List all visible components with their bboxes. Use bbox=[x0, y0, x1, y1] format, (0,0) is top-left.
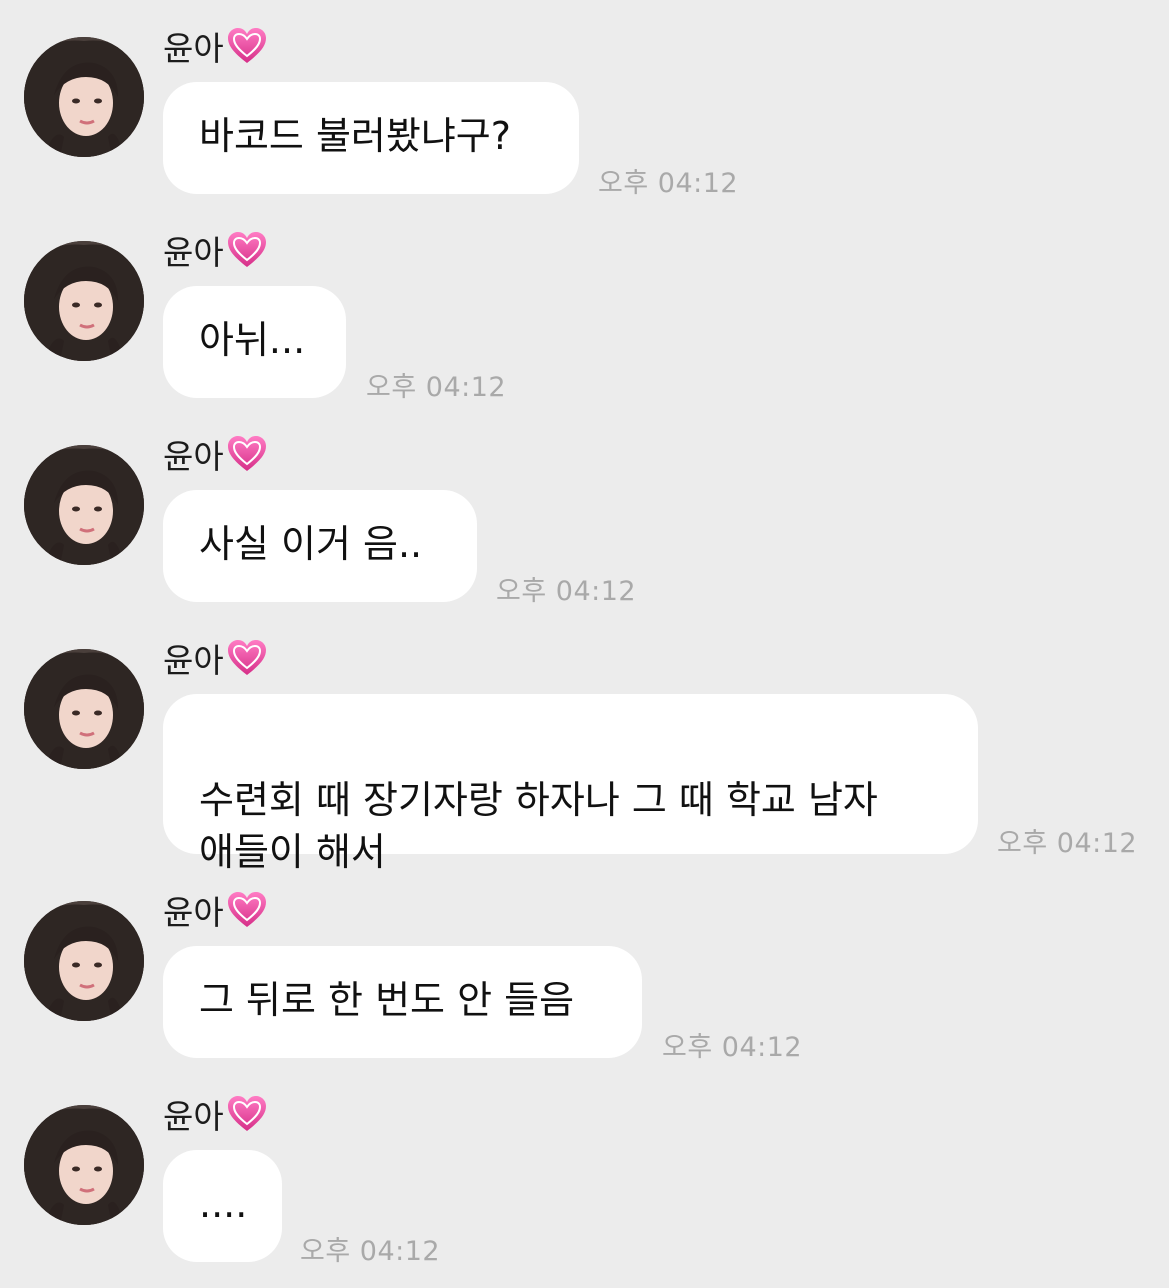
pink-heart-icon bbox=[226, 230, 268, 270]
message-bubble[interactable]: 수련회 때 장기자랑 하자나 그 때 학교 남자 애들이 해서 bbox=[163, 694, 978, 874]
sender-name: 윤아 bbox=[163, 228, 268, 272]
pink-heart-icon bbox=[226, 890, 268, 930]
chat-thread[interactable]: 윤아 바코드 불러봤냐구? 오후 04:12 윤아 아뉘... 오후 04:12… bbox=[0, 0, 1169, 1288]
avatar[interactable] bbox=[24, 445, 144, 565]
message-timestamp: 오후 04:12 bbox=[598, 168, 739, 199]
message-timestamp: 오후 04:12 bbox=[366, 372, 507, 403]
sender-name: 윤아 bbox=[163, 432, 268, 476]
pink-heart-icon bbox=[226, 434, 268, 474]
avatar[interactable] bbox=[24, 37, 144, 157]
sender-name: 윤아 bbox=[163, 24, 268, 68]
profile-photo-icon bbox=[24, 37, 144, 157]
message-text: 그 뒤로 한 번도 안 들음 bbox=[199, 978, 575, 1022]
profile-photo-icon bbox=[24, 1105, 144, 1225]
avatar[interactable] bbox=[24, 901, 144, 1021]
sender-name-text: 윤아 bbox=[163, 29, 224, 68]
sender-name-text: 윤아 bbox=[163, 437, 224, 476]
avatar[interactable] bbox=[24, 1105, 144, 1225]
sender-name: 윤아 bbox=[163, 636, 268, 680]
message-text: 바코드 불러봤냐구? bbox=[199, 114, 511, 158]
message-bubble[interactable]: 아뉘... bbox=[163, 286, 346, 398]
message-bubble[interactable]: .... bbox=[163, 1150, 282, 1262]
pink-heart-icon bbox=[226, 638, 268, 678]
message-timestamp: 오후 04:12 bbox=[300, 1236, 441, 1267]
profile-photo-icon bbox=[24, 445, 144, 565]
sender-name-text: 윤아 bbox=[163, 233, 224, 272]
message-timestamp: 오후 04:12 bbox=[997, 828, 1138, 859]
profile-photo-icon bbox=[24, 901, 144, 1021]
message-timestamp: 오후 04:12 bbox=[662, 1032, 803, 1063]
message-text: .... bbox=[199, 1182, 248, 1226]
message-timestamp: 오후 04:12 bbox=[496, 576, 637, 607]
profile-photo-icon bbox=[24, 241, 144, 361]
profile-photo-icon bbox=[24, 649, 144, 769]
sender-name: 윤아 bbox=[163, 1092, 268, 1136]
message-bubble[interactable]: 사실 이거 음.. bbox=[163, 490, 477, 602]
sender-name: 윤아 bbox=[163, 888, 268, 932]
message-text: 사실 이거 음.. bbox=[199, 522, 423, 566]
message-bubble[interactable]: 그 뒤로 한 번도 안 들음 bbox=[163, 946, 642, 1058]
message-text: 아뉘... bbox=[199, 318, 306, 362]
sender-name-text: 윤아 bbox=[163, 1097, 224, 1136]
sender-name-text: 윤아 bbox=[163, 893, 224, 932]
avatar[interactable] bbox=[24, 649, 144, 769]
sender-name-text: 윤아 bbox=[163, 641, 224, 680]
pink-heart-icon bbox=[226, 1094, 268, 1134]
pink-heart-icon bbox=[226, 26, 268, 66]
message-bubble[interactable]: 바코드 불러봤냐구? bbox=[163, 82, 579, 194]
message-text: 수련회 때 장기자랑 하자나 그 때 학교 남자 애들이 해서 bbox=[199, 778, 878, 874]
avatar[interactable] bbox=[24, 241, 144, 361]
